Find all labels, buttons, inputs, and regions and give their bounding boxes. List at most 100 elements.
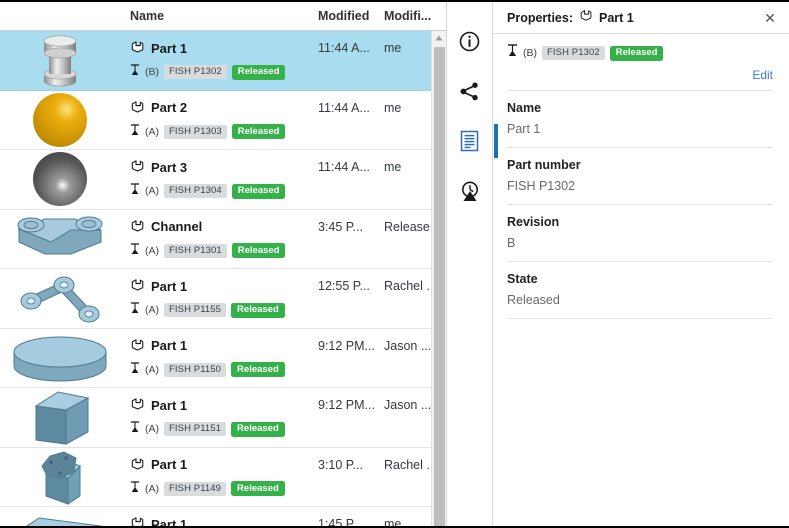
row-revision: (A) xyxy=(145,423,159,435)
row-part-number-badge: FISH P1151 xyxy=(164,422,227,436)
row-part-number-badge: FISH P1302 xyxy=(164,65,227,79)
table-row[interactable]: Part 1 (B) FISH P1302 Released 11:44 A..… xyxy=(0,31,446,91)
row-name[interactable]: Part 1 xyxy=(151,517,187,527)
row-name-line: Part 1 xyxy=(130,337,318,355)
list-column-headers: Name Modified Modifi... xyxy=(0,2,446,31)
property-field: Revision B xyxy=(507,205,773,262)
part-icon xyxy=(130,277,145,295)
row-thumbnail xyxy=(0,329,120,388)
revision-marker-icon xyxy=(130,301,140,319)
table-row[interactable]: Part 1 (A) FISH P1150 Released 9:12 PM..… xyxy=(0,328,446,388)
row-name-line: Part 2 xyxy=(130,99,318,117)
row-name[interactable]: Part 1 xyxy=(151,457,187,472)
row-name[interactable]: Part 1 xyxy=(151,398,187,413)
row-thumbnail xyxy=(0,150,120,209)
property-field-value: B xyxy=(507,236,516,250)
row-name-line: Channel xyxy=(130,218,318,236)
table-row[interactable]: Part 2 (A) FISH P1303 Released 11:44 A..… xyxy=(0,90,446,150)
property-field-label: State xyxy=(507,272,538,286)
revision-marker-icon xyxy=(507,44,518,62)
edit-link[interactable]: Edit xyxy=(752,68,773,82)
property-field-label: Part number xyxy=(507,158,581,172)
row-metadata: (A) FISH P1149 Released xyxy=(130,480,318,498)
row-name-line: Part 1 xyxy=(130,39,318,57)
row-main-cell: Part 3 (A) FISH P1304 Released xyxy=(120,150,318,209)
row-revision: (A) xyxy=(145,363,159,376)
part-icon xyxy=(130,218,145,236)
properties-edit-row: Edit xyxy=(507,66,773,91)
row-revision: (A) xyxy=(145,304,159,316)
row-name[interactable]: Part 1 xyxy=(151,338,187,353)
row-main-cell: Part 1 (A) FISH P1150 Released xyxy=(120,329,318,388)
properties-revision-letter: (B) xyxy=(523,47,537,59)
property-field-label: Name xyxy=(507,101,542,115)
row-name[interactable]: Part 1 xyxy=(151,41,187,56)
row-metadata: (B) FISH P1302 Released xyxy=(130,63,318,81)
info-icon[interactable] xyxy=(455,26,485,56)
list-vertical-scrollbar[interactable] xyxy=(431,31,446,526)
parts-list-pane: Name Modified Modifi... Part 1 (B) FISH … xyxy=(0,2,447,526)
row-part-number-badge: FISH P1304 xyxy=(164,184,227,198)
revision-marker-icon xyxy=(130,480,140,498)
row-main-cell: Part 1 (B) FISH P1302 Released xyxy=(120,31,318,90)
row-thumbnail xyxy=(0,210,120,269)
close-icon[interactable]: ✕ xyxy=(761,9,779,27)
part-icon xyxy=(130,515,145,526)
row-state-badge: Released xyxy=(231,183,286,199)
row-thumbnail xyxy=(0,91,120,150)
row-name[interactable]: Part 2 xyxy=(151,100,187,115)
row-part-number-badge: FISH P1155 xyxy=(164,303,227,317)
column-header-modified-by[interactable]: Modifi... xyxy=(380,9,446,23)
scrollbar-thumb[interactable] xyxy=(434,47,445,526)
table-row[interactable]: Part 1 (A) FISH P1151 Released 9:12 PM..… xyxy=(0,388,446,448)
part-icon xyxy=(130,337,145,355)
row-part-number-badge: FISH P1150 xyxy=(164,362,227,377)
row-name[interactable]: Part 3 xyxy=(151,160,187,175)
row-part-number-badge: FISH P1149 xyxy=(164,481,227,496)
table-row[interactable]: Channel (A) FISH P1301 Released 3:45 P..… xyxy=(0,209,446,269)
row-main-cell: Part 1 (A) FISH P1151 Released xyxy=(120,388,318,447)
revision-history-icon[interactable] xyxy=(455,176,485,206)
row-name[interactable]: Part 1 xyxy=(151,279,187,294)
row-modified: 11:44 A... xyxy=(318,160,370,174)
row-modified: 1:45 P... xyxy=(318,517,363,526)
property-field: Name Part 1 xyxy=(507,91,773,148)
row-metadata: (A) FISH P1303 Released xyxy=(130,123,318,141)
share-icon[interactable] xyxy=(455,76,485,106)
part-icon xyxy=(130,456,145,474)
table-row[interactable]: Part 1 (A) FISH P1149 Released 3:10 P...… xyxy=(0,447,446,507)
plm-parts-browser: Name Modified Modifi... Part 1 (B) FISH … xyxy=(0,0,789,528)
row-main-cell: Part 1 (A) FISH P1149 Released xyxy=(120,448,318,507)
row-metadata: (A) FISH P1155 Released xyxy=(130,301,318,319)
row-main-cell: Part 1 (A) FISH P1155 Released xyxy=(120,269,318,328)
row-thumbnail xyxy=(0,448,120,507)
properties-list-icon[interactable] xyxy=(455,124,498,158)
properties-title-name: Part 1 xyxy=(599,10,634,25)
row-revision: (A) xyxy=(145,125,159,138)
row-name-line: Part 3 xyxy=(130,158,318,176)
row-modified: 9:12 PM... xyxy=(318,398,375,412)
row-revision: (A) xyxy=(145,244,159,257)
row-metadata: (A) FISH P1151 Released xyxy=(130,420,318,438)
scroll-up-arrow-icon[interactable] xyxy=(432,31,446,45)
properties-identity-row: (B) FISH P1302 Released xyxy=(507,34,773,66)
table-row[interactable]: Part 3 (A) FISH P1304 Released 11:44 A..… xyxy=(0,150,446,210)
column-header-name[interactable]: Name xyxy=(120,9,318,23)
property-field: Part number FISH P1302 xyxy=(507,148,773,205)
row-main-cell: Channel (A) FISH P1301 Released xyxy=(120,210,318,269)
table-row[interactable]: Part 1 (A) FISH P1155 Released 12:55 P..… xyxy=(0,269,446,329)
table-row[interactable]: Part 1 1:45 P... me xyxy=(0,507,446,526)
column-header-modified[interactable]: Modified xyxy=(318,9,380,23)
property-field-value: Released xyxy=(507,293,560,307)
row-state-badge: Released xyxy=(231,481,285,496)
row-revision: (A) xyxy=(145,482,159,495)
row-part-number-badge: FISH P1301 xyxy=(164,243,227,258)
revision-marker-icon xyxy=(130,242,140,260)
revision-marker-icon xyxy=(130,361,140,379)
revision-marker-icon xyxy=(130,123,140,141)
property-field-label: Revision xyxy=(507,215,560,229)
row-modified: 11:44 A... xyxy=(318,41,370,55)
row-state-badge: Released xyxy=(231,421,285,437)
row-name[interactable]: Channel xyxy=(151,219,202,234)
parts-list-scroll-region: Part 1 (B) FISH P1302 Released 11:44 A..… xyxy=(0,31,446,526)
